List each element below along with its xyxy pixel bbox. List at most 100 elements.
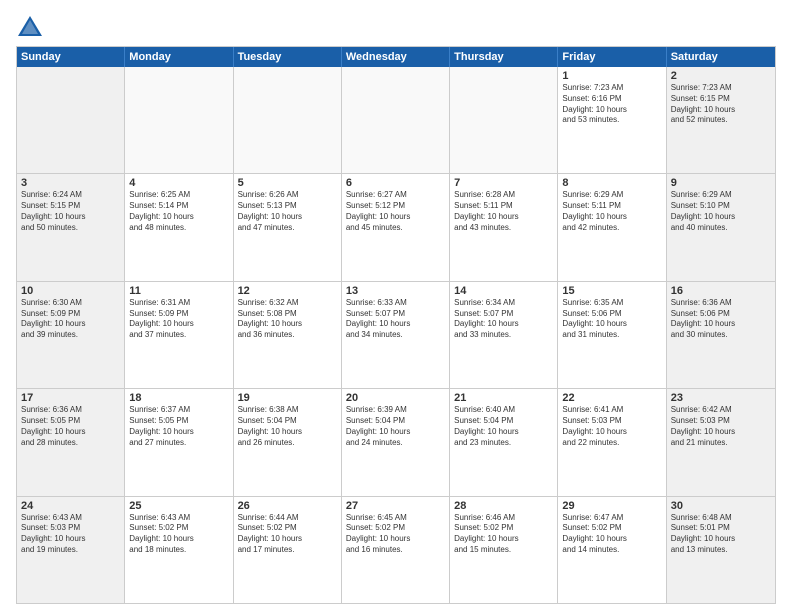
calendar-row-1: 1Sunrise: 7:23 AM Sunset: 6:16 PM Daylig… <box>17 67 775 173</box>
logo-icon <box>16 12 44 40</box>
day-number: 9 <box>671 177 771 189</box>
day-number: 12 <box>238 285 337 297</box>
day-info: Sunrise: 6:43 AM Sunset: 5:02 PM Dayligh… <box>129 513 228 556</box>
day-cell-7: 7Sunrise: 6:28 AM Sunset: 5:11 PM Daylig… <box>450 174 558 280</box>
calendar-body: 1Sunrise: 7:23 AM Sunset: 6:16 PM Daylig… <box>17 67 775 603</box>
empty-cell <box>234 67 342 173</box>
day-info: Sunrise: 6:29 AM Sunset: 5:10 PM Dayligh… <box>671 190 771 233</box>
day-info: Sunrise: 6:38 AM Sunset: 5:04 PM Dayligh… <box>238 405 337 448</box>
empty-cell <box>450 67 558 173</box>
day-number: 14 <box>454 285 553 297</box>
day-info: Sunrise: 6:47 AM Sunset: 5:02 PM Dayligh… <box>562 513 661 556</box>
header-day-tuesday: Tuesday <box>234 47 342 67</box>
day-cell-3: 3Sunrise: 6:24 AM Sunset: 5:15 PM Daylig… <box>17 174 125 280</box>
empty-cell <box>17 67 125 173</box>
day-number: 2 <box>671 70 771 82</box>
day-cell-14: 14Sunrise: 6:34 AM Sunset: 5:07 PM Dayli… <box>450 282 558 388</box>
header-day-monday: Monday <box>125 47 233 67</box>
day-number: 16 <box>671 285 771 297</box>
day-cell-17: 17Sunrise: 6:36 AM Sunset: 5:05 PM Dayli… <box>17 389 125 495</box>
day-number: 15 <box>562 285 661 297</box>
day-number: 30 <box>671 500 771 512</box>
header-day-wednesday: Wednesday <box>342 47 450 67</box>
day-cell-29: 29Sunrise: 6:47 AM Sunset: 5:02 PM Dayli… <box>558 497 666 603</box>
day-cell-15: 15Sunrise: 6:35 AM Sunset: 5:06 PM Dayli… <box>558 282 666 388</box>
day-number: 10 <box>21 285 120 297</box>
day-cell-30: 30Sunrise: 6:48 AM Sunset: 5:01 PM Dayli… <box>667 497 775 603</box>
day-info: Sunrise: 6:48 AM Sunset: 5:01 PM Dayligh… <box>671 513 771 556</box>
day-number: 22 <box>562 392 661 404</box>
day-cell-4: 4Sunrise: 6:25 AM Sunset: 5:14 PM Daylig… <box>125 174 233 280</box>
day-number: 18 <box>129 392 228 404</box>
day-number: 23 <box>671 392 771 404</box>
day-cell-20: 20Sunrise: 6:39 AM Sunset: 5:04 PM Dayli… <box>342 389 450 495</box>
day-info: Sunrise: 6:44 AM Sunset: 5:02 PM Dayligh… <box>238 513 337 556</box>
day-info: Sunrise: 6:25 AM Sunset: 5:14 PM Dayligh… <box>129 190 228 233</box>
day-info: Sunrise: 6:45 AM Sunset: 5:02 PM Dayligh… <box>346 513 445 556</box>
day-cell-22: 22Sunrise: 6:41 AM Sunset: 5:03 PM Dayli… <box>558 389 666 495</box>
day-cell-24: 24Sunrise: 6:43 AM Sunset: 5:03 PM Dayli… <box>17 497 125 603</box>
calendar-row-5: 24Sunrise: 6:43 AM Sunset: 5:03 PM Dayli… <box>17 496 775 603</box>
day-number: 26 <box>238 500 337 512</box>
day-number: 27 <box>346 500 445 512</box>
day-cell-2: 2Sunrise: 7:23 AM Sunset: 6:15 PM Daylig… <box>667 67 775 173</box>
day-info: Sunrise: 6:34 AM Sunset: 5:07 PM Dayligh… <box>454 298 553 341</box>
day-info: Sunrise: 6:28 AM Sunset: 5:11 PM Dayligh… <box>454 190 553 233</box>
day-info: Sunrise: 7:23 AM Sunset: 6:16 PM Dayligh… <box>562 83 661 126</box>
day-info: Sunrise: 6:39 AM Sunset: 5:04 PM Dayligh… <box>346 405 445 448</box>
day-number: 20 <box>346 392 445 404</box>
page: SundayMondayTuesdayWednesdayThursdayFrid… <box>0 0 792 612</box>
header-day-thursday: Thursday <box>450 47 558 67</box>
calendar-row-2: 3Sunrise: 6:24 AM Sunset: 5:15 PM Daylig… <box>17 173 775 280</box>
day-cell-12: 12Sunrise: 6:32 AM Sunset: 5:08 PM Dayli… <box>234 282 342 388</box>
day-cell-18: 18Sunrise: 6:37 AM Sunset: 5:05 PM Dayli… <box>125 389 233 495</box>
day-info: Sunrise: 6:33 AM Sunset: 5:07 PM Dayligh… <box>346 298 445 341</box>
header-day-sunday: Sunday <box>17 47 125 67</box>
day-number: 13 <box>346 285 445 297</box>
header <box>16 12 776 40</box>
day-info: Sunrise: 7:23 AM Sunset: 6:15 PM Dayligh… <box>671 83 771 126</box>
day-info: Sunrise: 6:30 AM Sunset: 5:09 PM Dayligh… <box>21 298 120 341</box>
day-cell-11: 11Sunrise: 6:31 AM Sunset: 5:09 PM Dayli… <box>125 282 233 388</box>
day-number: 19 <box>238 392 337 404</box>
day-cell-10: 10Sunrise: 6:30 AM Sunset: 5:09 PM Dayli… <box>17 282 125 388</box>
day-cell-25: 25Sunrise: 6:43 AM Sunset: 5:02 PM Dayli… <box>125 497 233 603</box>
day-info: Sunrise: 6:24 AM Sunset: 5:15 PM Dayligh… <box>21 190 120 233</box>
day-info: Sunrise: 6:27 AM Sunset: 5:12 PM Dayligh… <box>346 190 445 233</box>
day-info: Sunrise: 6:41 AM Sunset: 5:03 PM Dayligh… <box>562 405 661 448</box>
empty-cell <box>342 67 450 173</box>
day-cell-13: 13Sunrise: 6:33 AM Sunset: 5:07 PM Dayli… <box>342 282 450 388</box>
logo <box>16 12 48 40</box>
day-info: Sunrise: 6:43 AM Sunset: 5:03 PM Dayligh… <box>21 513 120 556</box>
day-info: Sunrise: 6:29 AM Sunset: 5:11 PM Dayligh… <box>562 190 661 233</box>
day-number: 1 <box>562 70 661 82</box>
day-cell-19: 19Sunrise: 6:38 AM Sunset: 5:04 PM Dayli… <box>234 389 342 495</box>
calendar-row-3: 10Sunrise: 6:30 AM Sunset: 5:09 PM Dayli… <box>17 281 775 388</box>
day-number: 21 <box>454 392 553 404</box>
day-number: 17 <box>21 392 120 404</box>
day-cell-5: 5Sunrise: 6:26 AM Sunset: 5:13 PM Daylig… <box>234 174 342 280</box>
day-number: 11 <box>129 285 228 297</box>
day-number: 3 <box>21 177 120 189</box>
day-info: Sunrise: 6:26 AM Sunset: 5:13 PM Dayligh… <box>238 190 337 233</box>
day-number: 5 <box>238 177 337 189</box>
day-info: Sunrise: 6:35 AM Sunset: 5:06 PM Dayligh… <box>562 298 661 341</box>
day-info: Sunrise: 6:36 AM Sunset: 5:05 PM Dayligh… <box>21 405 120 448</box>
day-number: 7 <box>454 177 553 189</box>
day-number: 6 <box>346 177 445 189</box>
day-number: 4 <box>129 177 228 189</box>
calendar: SundayMondayTuesdayWednesdayThursdayFrid… <box>16 46 776 604</box>
day-info: Sunrise: 6:42 AM Sunset: 5:03 PM Dayligh… <box>671 405 771 448</box>
day-info: Sunrise: 6:40 AM Sunset: 5:04 PM Dayligh… <box>454 405 553 448</box>
day-cell-27: 27Sunrise: 6:45 AM Sunset: 5:02 PM Dayli… <box>342 497 450 603</box>
day-info: Sunrise: 6:36 AM Sunset: 5:06 PM Dayligh… <box>671 298 771 341</box>
day-cell-8: 8Sunrise: 6:29 AM Sunset: 5:11 PM Daylig… <box>558 174 666 280</box>
empty-cell <box>125 67 233 173</box>
day-number: 28 <box>454 500 553 512</box>
day-number: 24 <box>21 500 120 512</box>
day-number: 29 <box>562 500 661 512</box>
day-cell-9: 9Sunrise: 6:29 AM Sunset: 5:10 PM Daylig… <box>667 174 775 280</box>
day-info: Sunrise: 6:46 AM Sunset: 5:02 PM Dayligh… <box>454 513 553 556</box>
day-cell-21: 21Sunrise: 6:40 AM Sunset: 5:04 PM Dayli… <box>450 389 558 495</box>
day-cell-23: 23Sunrise: 6:42 AM Sunset: 5:03 PM Dayli… <box>667 389 775 495</box>
